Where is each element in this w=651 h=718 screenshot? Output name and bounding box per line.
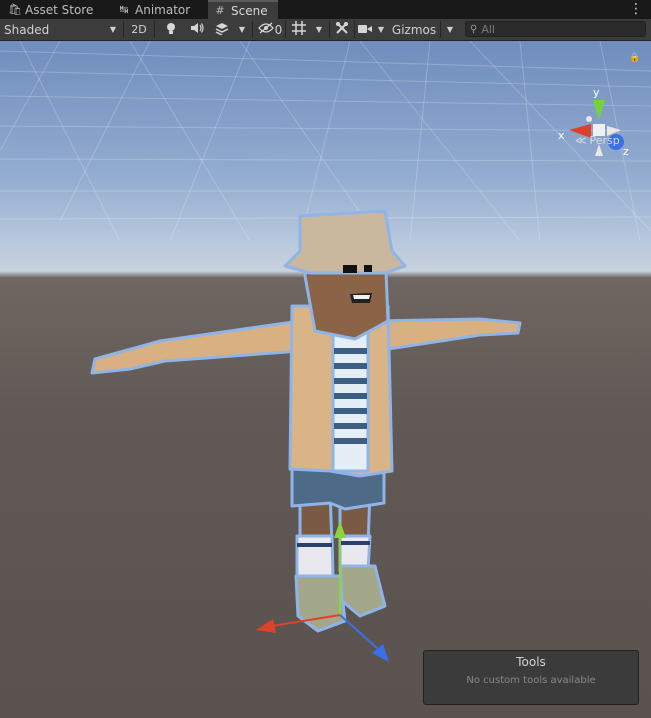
projection-label: Persp [589, 134, 620, 147]
gizmo-z-label: z [623, 145, 629, 158]
tools-overlay-panel: Tools No custom tools available [423, 650, 639, 705]
grid-toggle[interactable] [288, 19, 310, 40]
search-placeholder: All [481, 22, 495, 36]
tab-label: Scene [231, 3, 268, 18]
perspective-arrows-icon: ≪ [575, 134, 587, 147]
draw-mode-dropdown[interactable]: Shaded ▼ [0, 19, 122, 40]
camera-dropdown[interactable]: ▼ [373, 19, 389, 40]
effects-dropdown[interactable]: ▼ [233, 19, 251, 40]
lightbulb-icon [165, 22, 177, 38]
tools-toggle[interactable] [331, 19, 353, 40]
chevron-down-icon: ▼ [109, 25, 116, 34]
window-tab-bar: 🛍 Asset Store ↹ Animator # Scene ⋮ [0, 0, 651, 20]
speaker-icon [190, 22, 204, 37]
search-icon: ⚲ [470, 23, 478, 35]
grid-dropdown[interactable]: ▼ [310, 19, 328, 40]
tab-scene[interactable]: # Scene [208, 0, 278, 19]
gizmo-x-label: x [558, 129, 565, 142]
gizmo-y-label: y [593, 86, 600, 99]
chevron-down-icon: ▼ [315, 25, 323, 34]
wrench-tools-icon [335, 21, 349, 38]
character-model[interactable] [0, 41, 651, 718]
scene-viewport[interactable]: 🔒 y x z ≪ Persp Tools No custom tools av… [0, 41, 651, 718]
scene-search-input[interactable]: ⚲ All [465, 21, 646, 37]
chevron-down-icon: ▼ [238, 25, 246, 34]
animator-icon: ↹ [119, 3, 129, 16]
eye-hidden-icon [257, 22, 274, 37]
gizmo-y-cone[interactable] [593, 100, 605, 120]
camera-icon [358, 23, 372, 37]
gizmos-button[interactable]: Gizmos [389, 19, 439, 40]
draw-mode-label: Shaded [4, 22, 50, 37]
tab-label: Asset Store [25, 2, 94, 17]
hidden-count: 0 [274, 22, 283, 37]
effects-toggle[interactable] [211, 19, 233, 40]
scene-visibility-toggle[interactable]: 0 [255, 19, 285, 40]
camera-settings-button[interactable] [356, 19, 374, 40]
toggle-2d-button[interactable]: 2D [127, 19, 151, 40]
more-options-icon[interactable]: ⋮ [629, 1, 643, 17]
audio-toggle[interactable] [185, 19, 209, 40]
tab-animator[interactable]: ↹ Animator [112, 0, 207, 19]
lighting-toggle[interactable] [159, 19, 183, 40]
chevron-down-icon: ▼ [446, 25, 454, 34]
chevron-down-icon: ▼ [377, 25, 385, 34]
tools-overlay-message: No custom tools available [466, 675, 596, 686]
grid-icon [292, 21, 306, 38]
scene-orientation-gizmo[interactable]: y x z [555, 86, 640, 161]
projection-toggle[interactable]: ≪ Persp [575, 134, 620, 147]
scene-toolbar: Shaded ▼ 2D ▼ 0 ▼ ▼ Gizmos ▼ ⚲ All [0, 19, 651, 41]
tab-label: Animator [135, 2, 191, 17]
gizmos-dropdown[interactable]: ▼ [441, 19, 459, 40]
tab-asset-store[interactable]: 🛍 Asset Store [2, 0, 110, 19]
layers-effects-icon [215, 22, 230, 38]
shopping-bag-icon: 🛍 [8, 3, 22, 16]
hash-grid-icon: # [215, 4, 225, 17]
lock-icon[interactable]: 🔒 [629, 53, 640, 63]
gizmo-neg-z-cone[interactable] [586, 116, 592, 122]
tools-overlay-title: Tools [516, 655, 546, 669]
